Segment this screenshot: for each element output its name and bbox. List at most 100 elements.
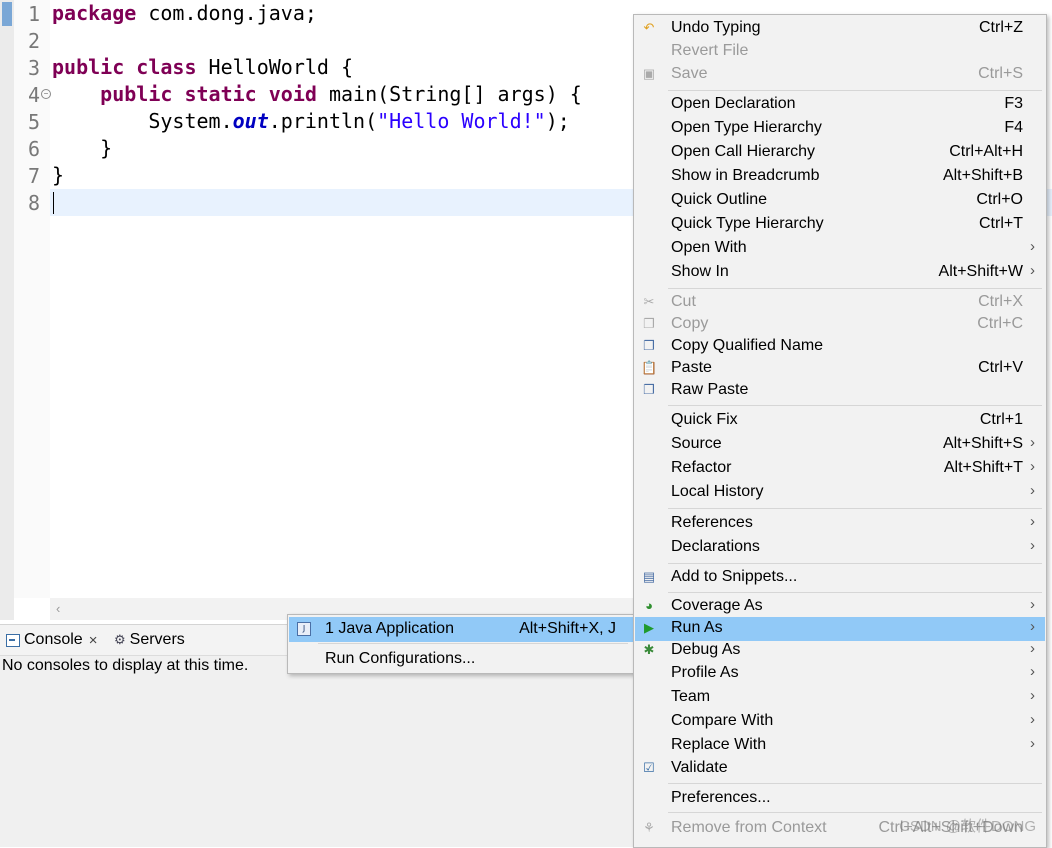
watermark: CSDN @软件DONG	[899, 818, 1036, 835]
menu-item-label: Preferences...	[671, 789, 771, 806]
menu-item-label: 1 Java Application	[325, 620, 454, 637]
menu-item-open-declaration[interactable]: Open Declaration F3	[635, 93, 1045, 117]
menu-item-label: Quick Type Hierarchy	[671, 215, 824, 232]
copy-icon: ❐	[643, 316, 655, 331]
menu-item-label: Show In	[671, 263, 729, 280]
menu-item-label: Run Configurations...	[325, 650, 476, 667]
menu-item-preferences[interactable]: Preferences...	[635, 787, 1045, 811]
menu-item-local-history[interactable]: Local History ›	[635, 481, 1045, 505]
menu-item-show-in-breadcrumb[interactable]: Show in Breadcrumb Alt+Shift+B	[635, 165, 1045, 189]
menu-item-open-type-hierarchy[interactable]: Open Type Hierarchy F4	[635, 117, 1045, 141]
menu-item-run-configurations[interactable]: Run Configurations...	[289, 647, 634, 672]
menu-item-coverage-as[interactable]: ◕ Coverage As ›	[635, 595, 1045, 619]
line-number: 7	[27, 164, 40, 188]
menu-item-revert-file[interactable]: Revert File	[635, 40, 1045, 64]
undo-icon: ↶	[643, 20, 655, 35]
menu-item-quick-outline[interactable]: Quick Outline Ctrl+O	[635, 189, 1045, 213]
menu-item-replace-with[interactable]: Replace With ›	[635, 734, 1045, 758]
line-number: 4	[27, 83, 40, 107]
menu-item-java-application[interactable]: J 1 Java Application Alt+Shift+X, J	[289, 617, 634, 642]
menu-item-add-to-snippets[interactable]: ▤ Add to Snippets...	[635, 566, 1045, 590]
close-icon[interactable]: ×	[89, 632, 98, 649]
menu-separator	[668, 508, 1042, 509]
menu-item-save[interactable]: ▣ Save Ctrl+S	[635, 63, 1045, 87]
menu-item-run-as[interactable]: ▶ Run As ›	[635, 617, 1045, 641]
menu-item-copy-qualified-name[interactable]: ❐ Copy Qualified Name	[635, 335, 1045, 359]
menu-item-label: Remove from Context	[671, 819, 827, 836]
code-text: main(String[]	[316, 82, 498, 106]
code-line-3: public class HelloWorld {	[52, 54, 353, 81]
menu-item-shortcut: Alt+Shift+X, J	[519, 620, 616, 637]
chevron-right-icon: ›	[1030, 596, 1035, 613]
menu-item-label: Undo Typing	[671, 19, 761, 36]
text-caret	[53, 192, 54, 214]
fold-collapse-icon[interactable]: −	[41, 89, 51, 99]
menu-item-shortcut: Alt+Shift+S	[942, 435, 1023, 452]
menu-item-label: Coverage As	[671, 597, 763, 614]
bug-icon: ✱	[643, 642, 655, 657]
console-icon	[6, 633, 20, 647]
menu-item-shortcut: Ctrl+O	[976, 191, 1023, 208]
chevron-right-icon: ›	[1030, 618, 1035, 635]
menu-item-debug-as[interactable]: ✱ Debug As ›	[635, 639, 1045, 663]
keyword: public static void	[100, 82, 317, 106]
menu-item-quick-type-hierarchy[interactable]: Quick Type Hierarchy Ctrl+T	[635, 213, 1045, 237]
code-line-6: }	[52, 135, 112, 162]
menu-item-shortcut: Ctrl+T	[979, 215, 1023, 232]
chevron-right-icon: ›	[1030, 262, 1035, 279]
java-application-icon: J	[297, 622, 311, 636]
line-number: 2	[27, 29, 40, 53]
menu-item-paste[interactable]: 📋 Paste Ctrl+V	[635, 357, 1045, 381]
menu-item-label: Copy Qualified Name	[671, 337, 824, 354]
menu-item-undo-typing[interactable]: ↶ Undo Typing Ctrl+Z	[635, 17, 1045, 41]
line-number: 6	[27, 137, 40, 161]
menu-item-copy[interactable]: ❐ Copy Ctrl+C	[635, 313, 1045, 337]
menu-item-label: Declarations	[671, 538, 760, 555]
menu-separator	[668, 90, 1042, 91]
menu-item-refactor[interactable]: Refactor Alt+Shift+T ›	[635, 457, 1045, 481]
menu-item-label: Source	[671, 435, 722, 452]
code-text: }	[100, 136, 113, 160]
menu-item-references[interactable]: References ›	[635, 512, 1045, 536]
chevron-right-icon: ›	[1030, 434, 1035, 451]
code-text: );	[545, 109, 570, 133]
scroll-left-icon[interactable]: ‹	[56, 601, 60, 616]
menu-item-label: Compare With	[671, 712, 774, 729]
chevron-right-icon: ›	[1030, 513, 1035, 530]
menu-item-label: Local History	[671, 483, 764, 500]
chevron-right-icon: ›	[1030, 238, 1035, 255]
code-text: }	[52, 163, 65, 187]
menu-item-show-in[interactable]: Show In Alt+Shift+W ›	[635, 261, 1045, 285]
run-icon: ▶	[644, 620, 654, 635]
code-line-4: public static void main(String[] args) {	[52, 81, 582, 108]
tab-servers[interactable]: ⚙ Servers	[114, 631, 185, 649]
menu-item-open-with[interactable]: Open With ›	[635, 237, 1045, 261]
menu-item-cut[interactable]: ✂ Cut Ctrl+X	[635, 291, 1045, 315]
menu-item-raw-paste[interactable]: ❐ Raw Paste	[635, 379, 1045, 403]
console-empty-message: No consoles to display at this time.	[2, 657, 249, 674]
checkbox-checked-icon: ☑	[643, 760, 655, 775]
run-as-submenu: J 1 Java Application Alt+Shift+X, J Run …	[287, 614, 636, 674]
chevron-right-icon: ›	[1030, 640, 1035, 657]
menu-item-profile-as[interactable]: Profile As ›	[635, 662, 1045, 686]
menu-item-quick-fix[interactable]: Quick Fix Ctrl+1	[635, 409, 1045, 433]
menu-item-declarations[interactable]: Declarations ›	[635, 536, 1045, 560]
menu-separator	[318, 643, 628, 644]
menu-item-team[interactable]: Team ›	[635, 686, 1045, 710]
static-field: out	[232, 109, 269, 133]
menu-item-validate[interactable]: ☑ Validate	[635, 757, 1045, 781]
save-icon: ▣	[642, 66, 656, 81]
chevron-right-icon: ›	[1030, 482, 1035, 499]
menu-item-open-call-hierarchy[interactable]: Open Call Hierarchy Ctrl+Alt+H	[635, 141, 1045, 165]
menu-item-label: Open Type Hierarchy	[671, 119, 822, 136]
menu-item-label: Show in Breadcrumb	[671, 167, 820, 184]
menu-separator	[668, 592, 1042, 593]
tab-console[interactable]: Console ×	[6, 631, 97, 649]
menu-item-compare-with[interactable]: Compare With ›	[635, 710, 1045, 734]
tab-label: Servers	[129, 631, 185, 648]
menu-item-source[interactable]: Source Alt+Shift+S ›	[635, 433, 1045, 457]
code-line-1: package com.dong.java;	[52, 0, 317, 27]
servers-icon: ⚙	[114, 632, 126, 647]
copy-icon: ❐	[643, 338, 655, 353]
code-line-5: System.out.println("Hello World!");	[52, 108, 570, 135]
